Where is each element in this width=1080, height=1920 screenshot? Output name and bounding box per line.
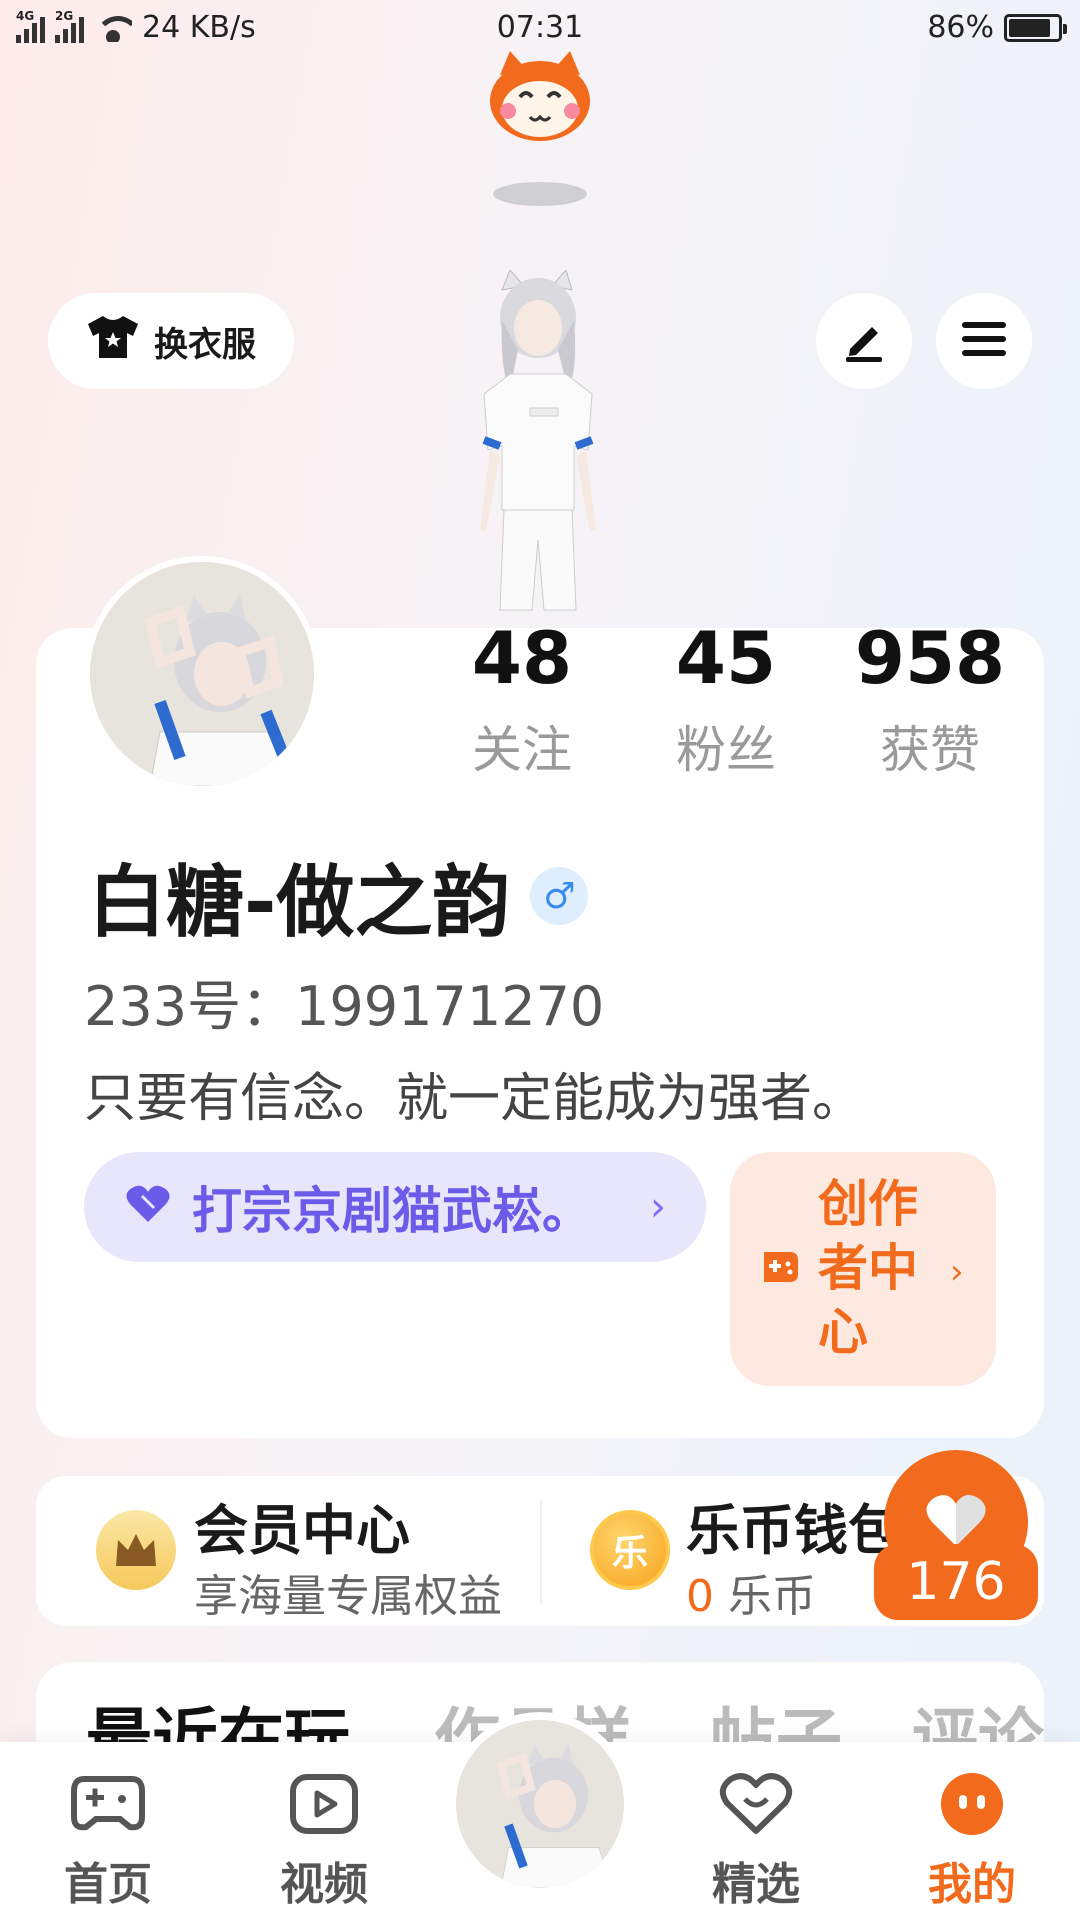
nav-center-avatar[interactable] bbox=[448, 1712, 632, 1896]
vip-center-subtitle: 享海量专属权益 bbox=[194, 1571, 502, 1622]
creator-chevron-icon: › bbox=[950, 1252, 964, 1292]
male-gender-icon: ♂ bbox=[530, 867, 589, 925]
mascot-shadow bbox=[493, 182, 587, 206]
nav-video-label: 视频 bbox=[280, 1859, 368, 1910]
nav-video[interactable]: 视频 bbox=[254, 1770, 394, 1912]
heart-icon bbox=[124, 1178, 172, 1236]
wallet-balance: 0 乐币 bbox=[686, 1560, 816, 1624]
fans-stat[interactable]: 45 粉丝 bbox=[646, 618, 806, 782]
battery-percent: 86% bbox=[927, 10, 994, 45]
avatar-figure[interactable] bbox=[440, 268, 640, 630]
play-nav-icon bbox=[254, 1770, 394, 1838]
nav-mine-label: 我的 bbox=[928, 1859, 1016, 1910]
signature-pill[interactable]: 打宗京剧猫武崧。 › bbox=[84, 1152, 706, 1262]
chevron-right-icon: › bbox=[650, 1184, 666, 1230]
vip-center-title[interactable]: 会员中心 bbox=[194, 1486, 410, 1565]
creator-center-label: 创作者中心 bbox=[818, 1175, 918, 1361]
like-count-badge: 176 bbox=[874, 1544, 1038, 1620]
fans-count: 45 bbox=[675, 616, 777, 700]
fans-label: 粉丝 bbox=[676, 721, 776, 779]
nav-home[interactable]: 首页 bbox=[38, 1770, 178, 1912]
coin-icon: 乐 bbox=[590, 1510, 670, 1590]
signature-text: 打宗京剧猫武崧。 bbox=[192, 1182, 592, 1240]
edit-profile-button[interactable] bbox=[816, 293, 912, 389]
tshirt-icon bbox=[86, 314, 140, 369]
pen-icon bbox=[840, 315, 888, 367]
nav-featured-label: 精选 bbox=[712, 1859, 800, 1910]
following-count: 48 bbox=[471, 616, 573, 700]
nav-home-label: 首页 bbox=[64, 1859, 152, 1910]
menu-button[interactable] bbox=[936, 293, 1032, 389]
change-outfit-label: 换衣服 bbox=[154, 324, 256, 365]
wallet-amount: 0 bbox=[686, 1571, 714, 1622]
username: 白糖-做之韵 bbox=[88, 858, 511, 948]
clock: 07:31 bbox=[496, 10, 584, 45]
mascot-icon[interactable] bbox=[480, 45, 600, 145]
likes-count: 958 bbox=[854, 616, 1006, 700]
likes-label: 获赞 bbox=[880, 721, 980, 779]
following-label: 关注 bbox=[472, 721, 572, 779]
change-outfit-button[interactable]: 换衣服 bbox=[48, 293, 294, 389]
following-stat[interactable]: 48 关注 bbox=[442, 618, 602, 782]
heart-nav-icon bbox=[686, 1770, 826, 1838]
creator-center-button[interactable]: 创作者中心 › bbox=[730, 1152, 996, 1386]
profile-avatar[interactable] bbox=[84, 556, 320, 792]
username-row: 白糖-做之韵 ♂ bbox=[88, 840, 589, 952]
likes-stat[interactable]: 958 获赞 bbox=[850, 618, 1010, 782]
user-bio: 只要有信念。就一定能成为强者。 bbox=[84, 1069, 865, 1129]
gamepad-icon bbox=[760, 1250, 800, 1288]
battery-icon bbox=[1004, 13, 1067, 42]
nav-mine[interactable]: 我的 bbox=[902, 1770, 1042, 1912]
hamburger-icon bbox=[960, 319, 1008, 363]
nav-featured[interactable]: 精选 bbox=[686, 1770, 826, 1912]
heart-white-icon bbox=[924, 1492, 988, 1552]
wallet-title[interactable]: 乐币钱包 bbox=[686, 1486, 902, 1565]
user-id[interactable]: 233号：199171270 bbox=[84, 962, 604, 1041]
crown-icon bbox=[96, 1510, 176, 1590]
wallet-unit: 乐币 bbox=[728, 1571, 816, 1622]
gamepad-nav-icon bbox=[38, 1770, 178, 1838]
face-nav-icon bbox=[902, 1770, 1042, 1838]
strip-divider bbox=[540, 1500, 542, 1604]
